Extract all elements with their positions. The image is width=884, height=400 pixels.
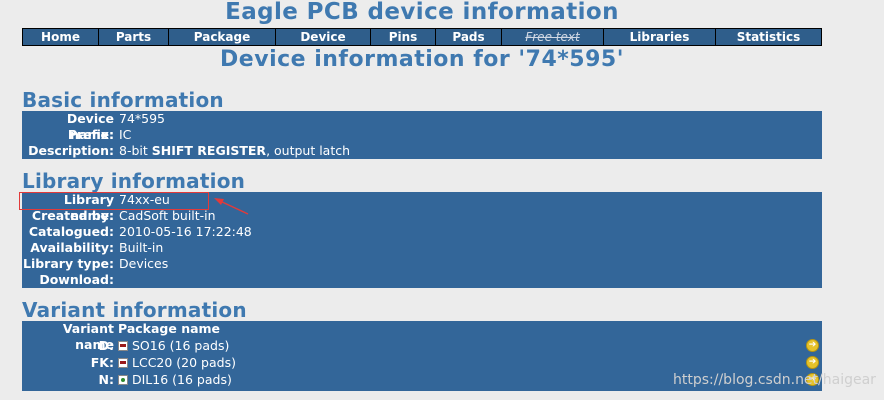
availability-row: Availability: Built-in bbox=[22, 240, 822, 256]
nav-bar: Home Parts Package Device Pins Pads Free… bbox=[22, 28, 822, 46]
nav-package[interactable]: Package bbox=[169, 29, 276, 45]
description-value: 8-bit SHIFT REGISTER, output latch bbox=[118, 143, 350, 159]
device-name-label: Device name: bbox=[66, 111, 114, 142]
variant-table-header: Variant name Package name bbox=[22, 321, 822, 352]
device-subtitle: Device information for '74*595' bbox=[220, 47, 624, 72]
nav-statistics[interactable]: Statistics bbox=[716, 29, 821, 45]
nav-home[interactable]: Home bbox=[23, 29, 99, 45]
go-arrow-icon[interactable]: ➔ bbox=[806, 339, 819, 352]
prefix-row: Prefix: IC bbox=[22, 127, 822, 143]
created-by-row: Created by: CadSoft built-in bbox=[22, 208, 822, 224]
package-name[interactable]: DIL16 (16 pads) bbox=[132, 371, 232, 388]
library-type-value: Devices bbox=[119, 256, 169, 271]
library-type-row: Library type: Devices bbox=[22, 256, 822, 272]
description-label: Description: bbox=[28, 143, 114, 158]
green-package-icon bbox=[118, 374, 128, 385]
variant-name: D: bbox=[98, 338, 114, 353]
nav-pads[interactable]: Pads bbox=[436, 29, 502, 45]
availability-label: Availability: bbox=[30, 240, 114, 255]
watermark: https://blog.csdn.net/haigear bbox=[673, 372, 876, 388]
description-pre: 8-bit bbox=[119, 143, 152, 158]
package-name[interactable]: LCC20 (20 pads) bbox=[132, 354, 236, 371]
prefix-label: Prefix: bbox=[67, 127, 114, 142]
download-value[interactable] bbox=[118, 272, 119, 288]
catalogued-row: Catalogued: 2010-05-16 17:22:48 bbox=[22, 224, 822, 240]
prefix-value: IC bbox=[119, 127, 132, 142]
basic-info-panel: Device name: 74*595 Prefix: IC Descripti… bbox=[22, 111, 822, 159]
variant-name: N: bbox=[98, 372, 114, 387]
download-row: Download: bbox=[22, 272, 822, 288]
nav-libraries[interactable]: Libraries bbox=[604, 29, 716, 45]
catalogued-label: Catalogued: bbox=[28, 224, 114, 239]
basic-info-heading: Basic information bbox=[22, 88, 224, 112]
variant-row[interactable]: D: SO16 (16 pads) ➔ bbox=[22, 337, 822, 354]
availability-value: Built-in bbox=[119, 240, 164, 255]
library-type-label: Library type: bbox=[22, 256, 114, 271]
nav-pins[interactable]: Pins bbox=[371, 29, 436, 45]
highlight-box bbox=[19, 192, 209, 210]
annotation-arrow-icon bbox=[214, 198, 249, 215]
description-bold: SHIFT REGISTER bbox=[151, 143, 267, 158]
nav-free-text: Free text bbox=[502, 29, 604, 45]
library-info-heading: Library information bbox=[22, 169, 246, 193]
go-arrow-icon[interactable]: ➔ bbox=[806, 356, 819, 369]
package-name[interactable]: SO16 (16 pads) bbox=[132, 337, 229, 354]
page-title: Eagle PCB device information bbox=[225, 0, 619, 25]
device-name-row: Device name: 74*595 bbox=[22, 111, 822, 142]
variant-name-header: Variant name bbox=[62, 321, 114, 352]
red-package-icon bbox=[118, 340, 128, 351]
variant-row[interactable]: FK: LCC20 (20 pads) ➔ bbox=[22, 354, 822, 371]
created-by-value: CadSoft built-in bbox=[119, 208, 216, 223]
description-row: Description: 8-bit SHIFT REGISTER, outpu… bbox=[22, 143, 822, 159]
package-name-header: Package name bbox=[118, 321, 221, 336]
description-post: , output latch bbox=[266, 143, 351, 158]
catalogued-value: 2010-05-16 17:22:48 bbox=[119, 224, 252, 239]
download-label: Download: bbox=[39, 272, 114, 287]
device-name-value: 74*595 bbox=[119, 111, 166, 126]
created-by-label: Created by: bbox=[31, 208, 114, 223]
variant-name: FK: bbox=[90, 355, 114, 370]
nav-parts[interactable]: Parts bbox=[99, 29, 169, 45]
nav-device[interactable]: Device bbox=[276, 29, 371, 45]
variant-info-heading: Variant information bbox=[22, 298, 247, 322]
red-package-icon bbox=[118, 357, 128, 368]
